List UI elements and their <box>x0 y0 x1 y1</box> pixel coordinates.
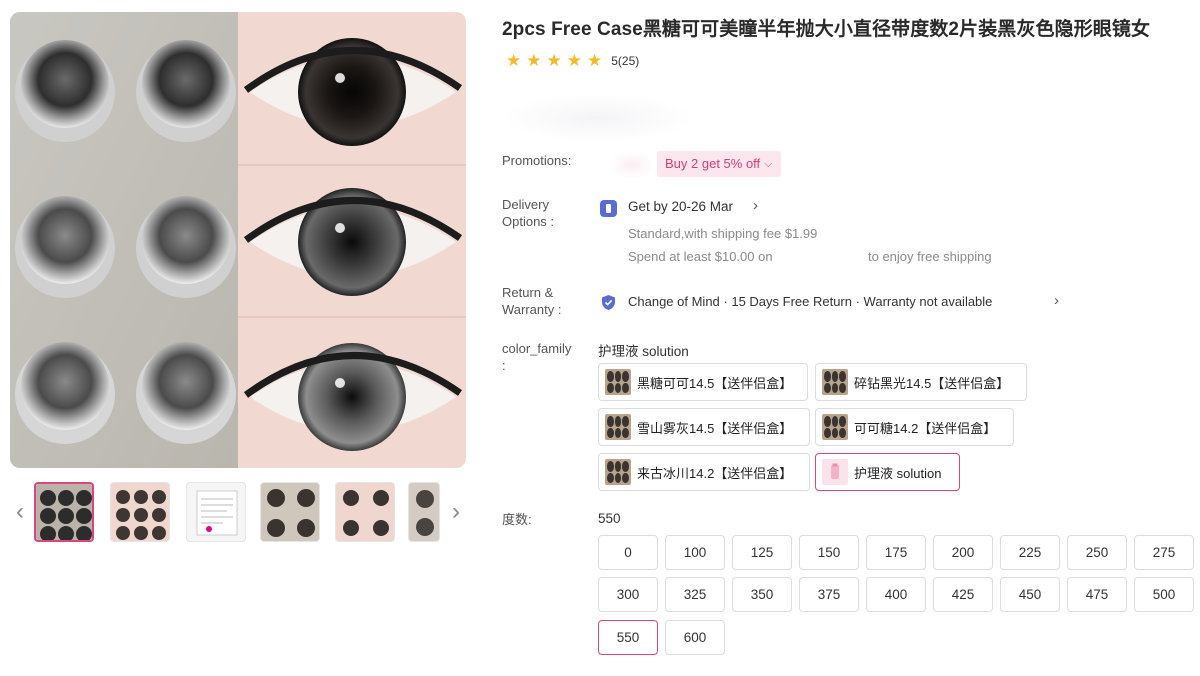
delivery-truck-icon <box>600 200 617 217</box>
color-family-label: color_family : <box>502 340 571 374</box>
rating-row[interactable]: ★ ★ ★ ★ ★ 5(25) <box>506 52 639 70</box>
color-family-selected: 护理液 solution <box>598 344 689 359</box>
power-option[interactable]: 275 <box>1134 535 1194 570</box>
thumbnail-1[interactable] <box>34 482 94 542</box>
color-family-label-line2: : <box>502 358 506 373</box>
product-gallery: ‹ › <box>10 12 466 542</box>
return-warranty-label: Return & Warranty : <box>502 284 561 318</box>
promotions-label: Promotions: <box>502 153 572 168</box>
option-thumbnail <box>605 459 631 485</box>
thumbnail-3[interactable] <box>186 482 246 542</box>
power-option[interactable]: 200 <box>933 535 993 570</box>
color-family-label-line1: color_family <box>502 341 572 356</box>
option-thumbnail <box>822 459 848 485</box>
star-icon: ★ <box>546 51 562 70</box>
delivery-label-line1: Delivery <box>502 197 549 212</box>
promotion-tag-text: Buy 2 get 5% off <box>665 156 761 171</box>
thumbnail-strip: ‹ › <box>10 482 466 542</box>
product-title: 2pcs Free Case黑糖可可美瞳半年抛大小直径带度数2片装黑灰色隐形眼镜… <box>502 19 1151 40</box>
thumbnail-5[interactable] <box>335 482 395 542</box>
delivery-label: Delivery Options : <box>502 196 554 230</box>
delivery-shipping-fee: Standard,with shipping fee $1.99 <box>628 226 818 241</box>
power-option[interactable]: 100 <box>665 535 725 570</box>
power-option-selected[interactable]: 550 <box>598 620 658 655</box>
color-option-4[interactable]: 可可糖14.2【送伴侣盒】 <box>815 408 1014 446</box>
color-option-2[interactable]: 碎钻黑光14.5【送伴侣盒】 <box>815 363 1027 401</box>
promo-blurred <box>612 152 652 178</box>
star-icon: ★ <box>506 51 522 70</box>
color-option-label: 雪山雾灰14.5【送伴侣盒】 <box>637 420 793 436</box>
color-option-label: 可可糖14.2【送伴侣盒】 <box>854 420 997 436</box>
thumbnail-4[interactable] <box>260 482 320 542</box>
power-label: 度数: <box>502 512 532 527</box>
lens-collage-image <box>10 12 466 468</box>
power-option[interactable]: 325 <box>665 577 725 612</box>
power-option[interactable]: 0 <box>598 535 658 570</box>
color-option-label: 来古冰川14.2【送伴侣盒】 <box>637 465 793 481</box>
power-option[interactable]: 500 <box>1134 577 1194 612</box>
power-option[interactable]: 125 <box>732 535 792 570</box>
return-label-line2: Warranty : <box>502 302 562 317</box>
star-icon: ★ <box>566 51 582 70</box>
chevron-right-icon[interactable]: › <box>753 197 758 214</box>
option-thumbnail <box>605 369 631 395</box>
option-thumbnail <box>822 369 848 395</box>
color-option-label: 碎钻黑光14.5【送伴侣盒】 <box>854 375 1010 391</box>
power-option[interactable]: 400 <box>866 577 926 612</box>
star-icon: ★ <box>587 51 603 70</box>
main-product-image[interactable] <box>10 12 466 468</box>
color-option-label: 黑糖可可14.5【送伴侣盒】 <box>637 375 793 391</box>
free-shipping-suffix: to enjoy free shipping <box>868 249 992 264</box>
return-label-line1: Return & <box>502 285 554 300</box>
power-option[interactable]: 375 <box>799 577 859 612</box>
power-option[interactable]: 350 <box>732 577 792 612</box>
power-option[interactable]: 150 <box>799 535 859 570</box>
chevron-left-icon[interactable]: ‹ <box>10 498 30 526</box>
thumbnail-6[interactable] <box>408 482 440 542</box>
chevron-right-icon[interactable]: › <box>446 498 466 526</box>
power-option[interactable]: 250 <box>1067 535 1127 570</box>
color-option-6[interactable]: 护理液 solution <box>815 453 960 491</box>
power-option[interactable]: 225 <box>1000 535 1060 570</box>
option-thumbnail <box>605 414 631 440</box>
price-area-blurred <box>508 96 688 140</box>
delivery-eta[interactable]: Get by 20-26 Mar <box>628 199 733 214</box>
chevron-down-icon: ⌵ <box>764 158 773 170</box>
rating-text: 5(25) <box>611 54 640 68</box>
color-option-3[interactable]: 雪山雾灰14.5【送伴侣盒】 <box>598 408 810 446</box>
color-option-1[interactable]: 黑糖可可14.5【送伴侣盒】 <box>598 363 808 401</box>
free-shipping-prefix: Spend at least $10.00 on <box>628 249 773 264</box>
power-option[interactable]: 425 <box>933 577 993 612</box>
power-option[interactable]: 475 <box>1067 577 1127 612</box>
shield-check-icon <box>600 294 617 311</box>
power-option[interactable]: 600 <box>665 620 725 655</box>
return-policy-text[interactable]: Change of Mind · 15 Days Free Return · W… <box>628 294 992 309</box>
power-option[interactable]: 175 <box>866 535 926 570</box>
color-option-5[interactable]: 来古冰川14.2【送伴侣盒】 <box>598 453 810 491</box>
delivery-label-line2: Options : <box>502 214 555 229</box>
chevron-right-icon[interactable]: › <box>1054 292 1059 309</box>
thumbnail-2[interactable] <box>110 482 170 542</box>
promotion-tag[interactable]: Buy 2 get 5% off ⌵ <box>657 151 781 177</box>
star-icon: ★ <box>526 51 542 70</box>
power-option[interactable]: 300 <box>598 577 658 612</box>
power-selected: 550 <box>598 511 621 526</box>
option-thumbnail <box>822 414 848 440</box>
color-option-label: 护理液 solution <box>854 465 942 481</box>
power-option[interactable]: 450 <box>1000 577 1060 612</box>
